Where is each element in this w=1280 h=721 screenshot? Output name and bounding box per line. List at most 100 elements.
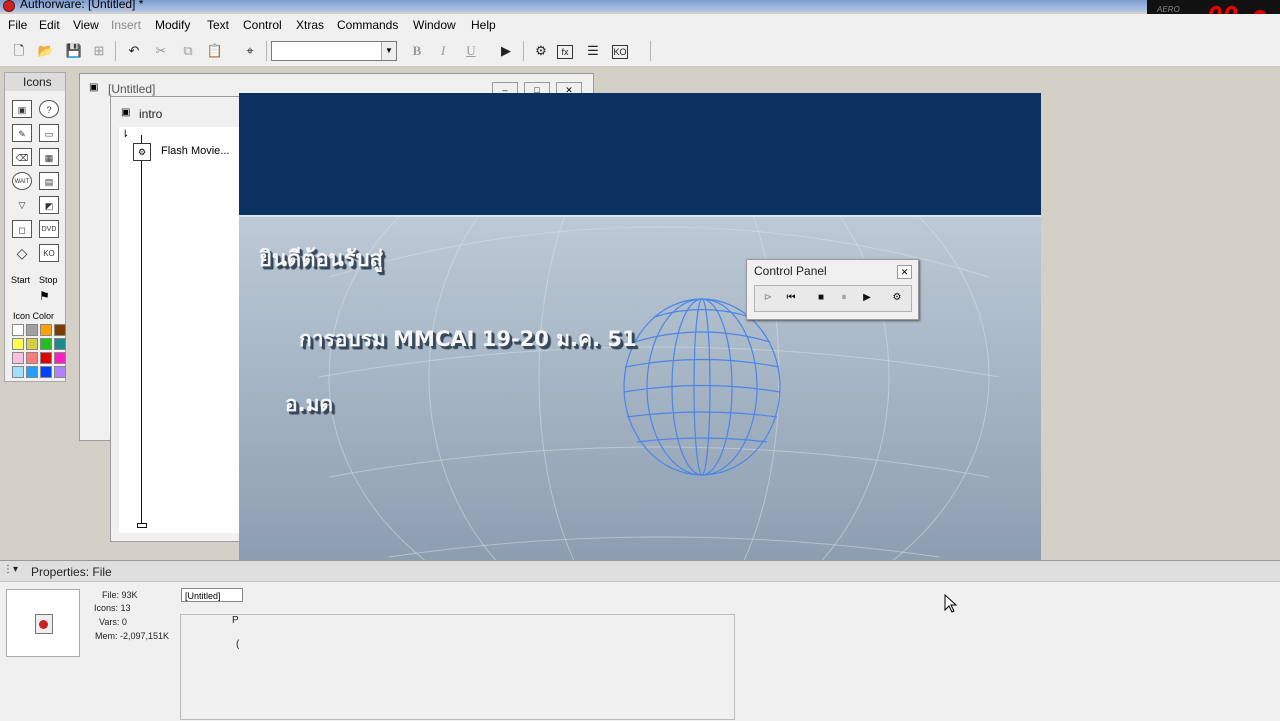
toolbar: 🗋 📂 💾 ⊞ ↶ ✂ ⧉ 📋 ⌖ B I U ▶ ⚙ fx ☰ KO [0,36,1280,67]
file-thumbnail [6,589,80,657]
functions-icon[interactable]: fx [557,45,573,59]
menu-commands[interactable]: Commands [337,18,398,32]
erase-icon[interactable]: ⌫ [12,148,32,166]
copy-icon[interactable]: ⧉ [179,42,197,60]
open-file-icon[interactable]: 📂 [37,42,55,60]
title-bar: Authorware: [Untitled] * [0,0,1280,12]
icons-palette-title: Icons [23,75,52,89]
interaction-icon[interactable]: ▭ [39,124,59,142]
properties-title: Properties: File [31,565,112,579]
icon-color-swatch[interactable] [40,324,52,336]
icon-color-swatch[interactable] [12,338,24,350]
knowledge-objects-icon[interactable]: KO [612,45,628,59]
start-flag-icon[interactable] [10,289,34,307]
icon-color-swatch[interactable] [26,338,38,350]
icon-count: Icons: 13 [94,603,131,613]
find-icon[interactable]: ⌖ [241,42,259,60]
memory-usage: Mem: -2,097,151K [95,631,170,641]
undo-icon[interactable]: ↶ [125,42,143,60]
new-file-icon[interactable]: 🗋 [10,42,28,60]
start-flag-label: Start [11,275,31,285]
cut-icon[interactable]: ✂ [152,42,170,60]
underline-icon[interactable]: U [462,42,480,60]
navigate-icon[interactable]: ▽ [12,196,32,214]
icon-color-swatch[interactable] [26,352,38,364]
aero-label: AERO [1157,5,1180,14]
file-title-field[interactable]: [Untitled] [181,588,243,602]
course-title: การอบรม MMCAI 19-20 ม.ค. 51 [299,327,637,351]
framework-icon[interactable]: ◻ [12,220,32,238]
menu-edit[interactable]: Edit [39,18,60,32]
icons-palette: Icons ▣ ? ✎ ▭ ⌫ ▦ WAIT ▤ ▽ ◩ ◻ DVD ◇ KO … [4,72,66,382]
menu-text[interactable]: Text [207,18,229,32]
icon-color-swatch[interactable] [40,366,52,378]
chevron-down-icon[interactable]: ▼ [381,42,396,60]
variables-icon[interactable]: ☰ [584,42,602,60]
decision-diamond-icon[interactable]: ◇ [12,244,32,262]
file-size: File: 93K [102,590,138,600]
paste-icon[interactable]: 📋 [206,42,224,60]
map-icon[interactable]: ▤ [39,172,59,190]
icon-color-swatch[interactable] [40,338,52,350]
icon-color-swatch[interactable] [54,324,66,336]
trace-icon[interactable]: ⚙ [887,289,907,307]
icon-color-swatch[interactable] [12,366,24,378]
pause-icon[interactable]: ⏸ [834,289,854,307]
rewind-icon[interactable]: ⏮ [781,289,801,307]
window-title: Authorware: [Untitled] * [20,0,144,11]
flash-movie-icon[interactable]: ⚙ [133,143,151,161]
toolbar-separator [523,41,524,61]
menu-view[interactable]: View [73,18,99,32]
motion-icon[interactable]: ✎ [12,124,32,142]
import-icon[interactable]: ⊞ [90,42,108,60]
icon-color-swatch[interactable] [12,324,24,336]
decision-icon[interactable]: ? [39,100,59,118]
menu-window[interactable]: Window [413,18,456,32]
menu-modify[interactable]: Modify [155,18,190,32]
italic-icon[interactable]: I [434,42,452,60]
flowline-item-label[interactable]: Flash Movie... [161,145,229,157]
wait-icon[interactable]: WAIT [12,172,32,190]
save-all-icon[interactable]: 💾 [65,42,83,60]
menu-control[interactable]: Control [243,18,282,32]
menu-insert[interactable]: Insert [111,18,141,32]
icon-color-swatch[interactable] [26,366,38,378]
digital-movie-icon[interactable]: ◩ [39,196,59,214]
icon-color-swatch[interactable] [40,352,52,364]
restart-icon[interactable]: ⊳ [758,289,778,307]
icons-palette-header[interactable]: Icons [5,73,65,91]
menu-help[interactable]: Help [471,18,496,32]
run-icon[interactable]: ▶ [497,42,515,60]
toolbar-separator [115,41,116,61]
bold-icon[interactable]: B [408,42,426,60]
icon-color-swatch[interactable] [12,352,24,364]
stop-flag-icon[interactable]: ⚑ [39,289,50,303]
mouse-cursor-icon [944,594,958,613]
icon-color-label: Icon Color [13,311,55,321]
gripper-icon: ⋮▾ [3,564,19,575]
knowledge-object-icon[interactable]: KO [39,244,59,262]
menu-xtras[interactable]: Xtras [296,18,324,32]
display-icon[interactable]: ▣ [12,100,32,118]
properties-panel: ⋮▾ Properties: File File: 93K Icons: 13 … [0,560,1280,721]
icon-color-swatch[interactable] [54,352,66,364]
flowline-canvas[interactable]: ⇂ ⚙ Flash Movie... [119,127,241,533]
calculation-icon[interactable]: ▦ [39,148,59,166]
video-icon[interactable]: DVD [39,220,59,238]
properties-header[interactable]: ⋮▾ Properties: File [0,561,1280,582]
menu-file[interactable]: File [8,18,27,32]
control-panel-icon[interactable]: ⚙ [532,42,550,60]
icon-color-swatch[interactable] [54,338,66,350]
control-panel-toolbar: ⊳ ⏮ ■ ⏸ ▶ ⚙ [754,285,912,312]
file-icon-badge [39,620,48,629]
close-icon[interactable]: ✕ [897,265,912,279]
play-icon[interactable]: ▶ [857,289,877,307]
stage-content-area: ยินดีต้อนรับสู่ การอบรม MMCAI 19-20 ม.ค.… [239,217,1041,566]
stop-flag-label: Stop [39,275,58,285]
icon-color-swatch[interactable] [26,324,38,336]
flowline [141,135,142,525]
map-window-icon: ▣ [121,107,131,118]
font-select[interactable]: ▼ [271,41,397,61]
stop-icon[interactable]: ■ [811,289,831,307]
icon-color-swatch[interactable] [54,366,66,378]
